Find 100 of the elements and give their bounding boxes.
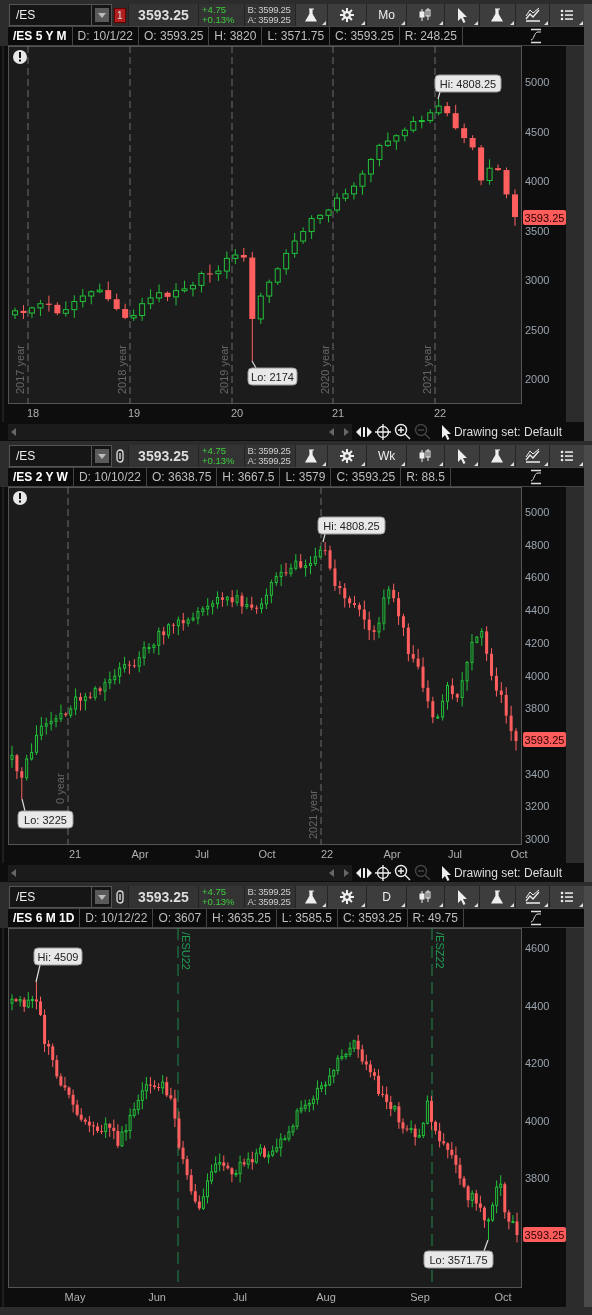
last-price-tag: 3593.25 [523,210,566,225]
bar-value: O: 3638.75 [146,468,218,486]
period-button[interactable]: D [366,886,406,908]
price-axis-label: 5000 [525,506,550,518]
year-marker-label: 2018 year [116,345,128,394]
price-axis-label: 3800 [525,702,550,715]
time-axis-label: 22 [320,848,334,860]
price-axis-label: 4400 [525,999,550,1012]
bar-value: R: 88.5 [401,468,451,486]
bar-value: D: 10/12/22 [80,909,154,927]
expiration-marker-label: /ESU22 [180,932,192,970]
last-price: 3593.25 [127,4,199,26]
price-axis-label: 3500 [525,224,550,237]
price-axis-label: 4500 [525,125,550,138]
last-price-tag: 3593.25 [523,732,566,747]
symbol-field[interactable]: /ES [9,445,93,467]
high-price-callout: Hi: 4808.25 [434,74,502,100]
bid-price: B: 3599.25 [247,887,292,897]
symbol-period: /ES 5 Y M [8,27,73,45]
price-axis-label: 4000 [525,1114,550,1127]
time-axis-label: Oct [494,1291,512,1303]
time-axis-label: 19 [127,407,141,419]
bar-value: R: 248.25 [399,27,463,45]
time-axis-label: 20 [230,407,244,419]
bar-value: L: 3585.5 [276,909,338,927]
ask-price: A: 3599.25 [247,15,292,25]
price-axis-label: 4800 [525,538,550,551]
year-marker-label: 2021 year [307,790,319,839]
bar-value: L: 3571.75 [262,27,331,45]
low-price-callout: Lo: 3571.75 [423,1239,494,1269]
bar-value: C: 3593.25 [331,468,402,486]
time-axis-label: 21 [68,848,82,860]
time-axis-label: 22 [433,407,447,419]
price-axis-label: 4000 [525,175,550,187]
price-axis-label: 4600 [525,571,550,584]
last-price: 3593.25 [127,445,199,467]
net-change: +4.75 [202,5,228,15]
high-price-callout: Hi: 4509 [33,947,83,983]
time-axis-label: Jun [148,1291,166,1303]
year-marker-label: 2020 year [319,345,331,394]
bar-value: H: 3635.25 [207,909,277,927]
time-axis-label: 18 [26,407,40,419]
percent-change: +0.13% [202,456,236,466]
price-axis-label: 2000 [525,373,550,385]
price-axis-label: 4200 [525,1057,550,1069]
bar-value: L: 3579 [280,468,332,486]
bar-value: H: 3820 [209,27,263,45]
period-button[interactable]: Wk [366,445,406,467]
last-price-tag: 3593.25 [523,1227,566,1242]
price-axis-label: 3000 [525,833,550,845]
time-axis-label: Jul [232,1291,248,1303]
time-axis-label: May [64,1291,86,1303]
price-axis-label: 3000 [525,274,550,286]
price-axis-label: 4000 [525,669,550,682]
symbol-field[interactable]: /ES [9,886,93,908]
year-marker-label: 2021 year [421,345,433,394]
price-axis-label: 4400 [525,604,550,617]
year-marker-label: 2017 year [14,345,26,394]
price-axis-label: 2500 [525,323,550,336]
bar-value: C: 3593.25 [330,27,400,45]
price-axis-label: 3800 [525,1172,550,1184]
net-change: +4.75 [202,446,228,456]
last-price: 3593.25 [127,886,199,908]
time-axis-label: Apr [383,848,401,860]
bar-value: D: 10/10/22 [73,468,147,486]
drawing-set-label[interactable]: Drawing set: Default [453,424,562,439]
symbol-field[interactable]: /ES [9,4,93,26]
time-axis-label: Oct [258,848,276,860]
bar-value: O: 3607 [153,909,208,927]
time-axis-label: Oct [510,848,528,860]
ask-price: A: 3599.25 [247,897,292,907]
percent-change: +0.13% [202,15,236,25]
bid-price: B: 3599.25 [247,5,292,15]
price-axis-label: 4200 [525,636,550,649]
bar-value: C: 3593.25 [337,909,408,927]
bar-value: O: 3593.25 [138,27,210,45]
price-axis-label: 3400 [525,767,550,780]
percent-change: +0.13% [202,897,236,907]
price-axis-label: 5000 [525,76,550,88]
low-price-callout: Lo: 2174 [247,360,298,386]
symbol-period: /ES 2 Y W [8,468,74,486]
time-axis-label: 21 [331,407,345,419]
time-axis-label: Jul [447,848,463,860]
drawing-set-label[interactable]: Drawing set: Default [453,865,562,880]
price-axis-label: 4600 [525,942,550,954]
expiration-marker-label: /ESZ22 [434,932,446,969]
price-axis-label: 3200 [525,800,550,813]
time-axis-label: Jul [194,848,210,860]
year-marker-label: 2019 year [218,345,230,394]
time-axis-label: Aug [316,1291,336,1303]
bar-value: H: 3667.5 [217,468,281,486]
time-axis-label: Apr [131,848,149,860]
bar-value: D: 10/1/22 [72,27,139,45]
net-change: +4.75 [202,887,228,897]
period-button[interactable]: Mo [366,4,406,26]
bar-value: R: 49.75 [407,909,464,927]
ask-price: A: 3599.25 [247,456,292,466]
alert-count-badge[interactable]: 1 [114,7,126,23]
year-marker-label: 0 year [54,773,66,804]
symbol-period: /ES 6 M 1D [8,909,81,927]
